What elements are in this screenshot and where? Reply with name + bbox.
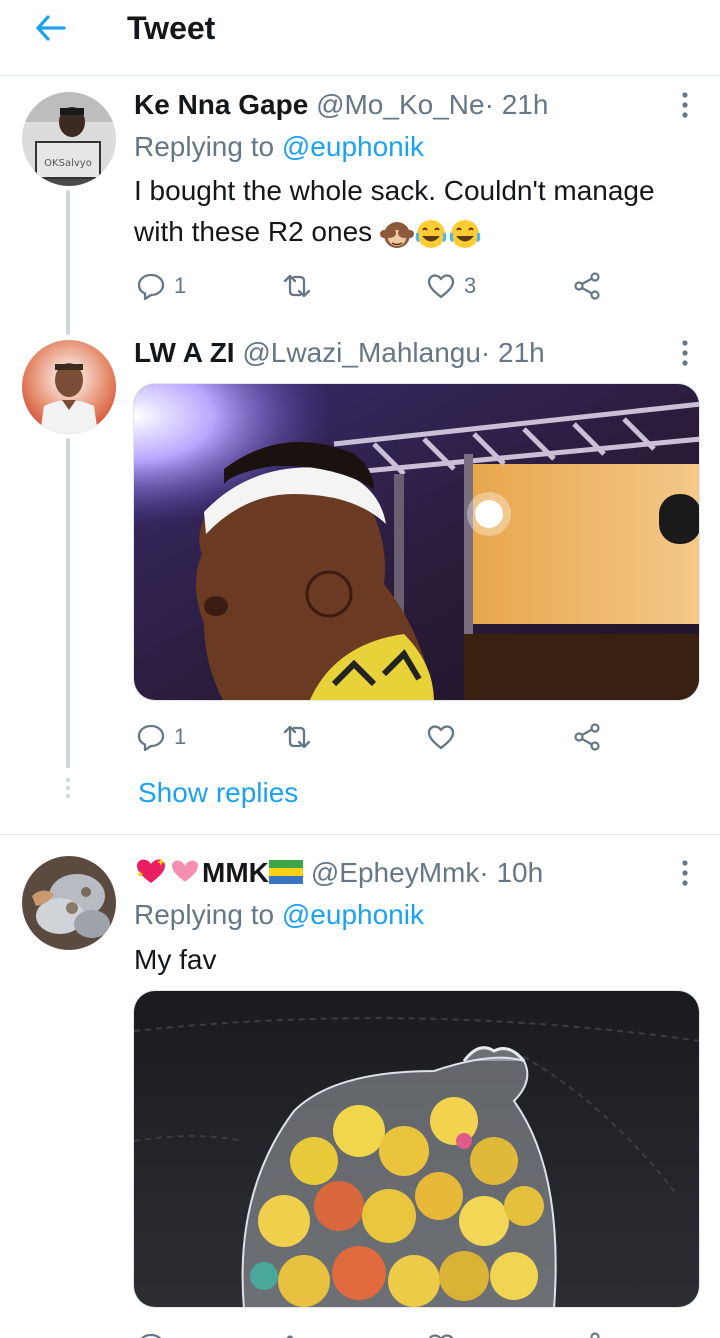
thread-line [66, 190, 70, 335]
reply-icon[interactable] [136, 722, 166, 752]
more-button[interactable] [670, 90, 700, 120]
author-handle[interactable]: @Mo_Ko_Ne [316, 89, 485, 120]
see-no-evil-monkey-icon [379, 221, 414, 248]
tears-of-joy-icon [449, 219, 481, 248]
mention-link[interactable]: @euphonik [282, 899, 424, 930]
replying-label: Replying to [134, 899, 282, 930]
retweet-button[interactable] [282, 717, 312, 757]
retweet-icon[interactable] [282, 722, 312, 752]
tweet-header: MMK @EpheyMmk· 10h [134, 856, 543, 890]
like-icon[interactable] [426, 1331, 456, 1338]
retweet-button[interactable] [282, 1326, 312, 1338]
gabon-flag-icon [268, 860, 303, 884]
more-vertical-icon[interactable] [681, 92, 689, 118]
tweet-actions: 1 3 [134, 266, 614, 306]
tweet-photo[interactable] [133, 383, 700, 701]
reply-icon[interactable] [136, 271, 166, 301]
author-handle[interactable]: @Lwazi_Mahlangu [242, 337, 481, 368]
replying-to: Replying to @euphonik [134, 130, 424, 164]
replying-to: Replying to @euphonik [134, 898, 424, 932]
reply-count: 1 [174, 724, 187, 749]
like-count: 3 [464, 273, 477, 298]
reply-button[interactable]: 1 [136, 266, 186, 306]
like-icon[interactable] [426, 722, 456, 752]
tweet-text-line: I bought the whole sack. Couldn't manage [134, 175, 655, 206]
share-button[interactable] [572, 266, 602, 306]
thread-line [66, 438, 70, 768]
share-icon[interactable] [572, 1331, 602, 1338]
author-name[interactable]: Ke Nna Gape [134, 89, 308, 120]
timestamp[interactable]: 10h [496, 857, 543, 888]
back-arrow-icon[interactable] [34, 14, 66, 42]
tweet-text: I bought the whole sack. Couldn't manage… [134, 170, 704, 252]
thread-dots [66, 778, 70, 802]
back-button[interactable] [30, 10, 70, 46]
mention-link[interactable]: @euphonik [282, 131, 424, 162]
tweet-actions: 1 [134, 717, 614, 757]
share-button[interactable] [572, 717, 602, 757]
page-title: Tweet [127, 10, 216, 46]
author-handle[interactable]: @EpheyMmk [311, 857, 479, 888]
avatar[interactable]: OKSalvyo [22, 92, 116, 186]
tears-of-joy-icon [415, 219, 447, 248]
reply-button[interactable]: 1 [136, 717, 186, 757]
reply-button[interactable] [136, 1326, 166, 1338]
like-button[interactable]: 3 [426, 266, 476, 306]
sparkling-heart-icon [137, 858, 165, 883]
more-button[interactable] [670, 338, 700, 368]
more-vertical-icon[interactable] [681, 340, 689, 366]
more-vertical-icon[interactable] [681, 860, 689, 886]
share-icon[interactable] [572, 271, 602, 301]
top-bar: Tweet [0, 0, 720, 76]
tweet-text: My fav [134, 944, 217, 975]
show-replies-link[interactable]: Show replies [138, 776, 298, 810]
share-icon[interactable] [572, 722, 602, 752]
tweet-header: LW A ZI @Lwazi_Mahlangu· 21h [134, 336, 545, 370]
avatar-sign-text: OKSalvyo [44, 158, 92, 169]
replying-label: Replying to [134, 131, 282, 162]
divider [0, 834, 720, 835]
avatar[interactable] [22, 340, 116, 434]
pink-heart-icon [169, 858, 201, 885]
reply-icon[interactable] [136, 1331, 166, 1338]
share-button[interactable] [572, 1326, 602, 1338]
timestamp[interactable]: 21h [498, 337, 545, 368]
author-name[interactable]: LW A ZI [134, 337, 235, 368]
like-icon[interactable] [426, 271, 456, 301]
separator: · [484, 89, 494, 120]
separator: · [479, 857, 489, 888]
tweet-photo[interactable] [133, 990, 700, 1308]
more-button[interactable] [670, 858, 700, 888]
retweet-button[interactable] [282, 266, 312, 306]
reply-count: 1 [174, 273, 187, 298]
retweet-icon[interactable] [282, 1331, 312, 1338]
like-button[interactable] [426, 1326, 456, 1338]
retweet-icon[interactable] [282, 271, 312, 301]
author-name[interactable]: MMK [202, 857, 269, 888]
separator: · [480, 337, 491, 368]
tweet-text-line: with these R2 ones [134, 211, 704, 252]
tweet-actions [134, 1326, 614, 1338]
avatar[interactable] [22, 856, 116, 950]
tweet-text-fragment: with these R2 ones [134, 216, 373, 247]
timestamp[interactable]: 21h [502, 89, 549, 120]
tweet-header: Ke Nna Gape @Mo_Ko_Ne· 21h [134, 88, 548, 122]
like-button[interactable] [426, 717, 456, 757]
